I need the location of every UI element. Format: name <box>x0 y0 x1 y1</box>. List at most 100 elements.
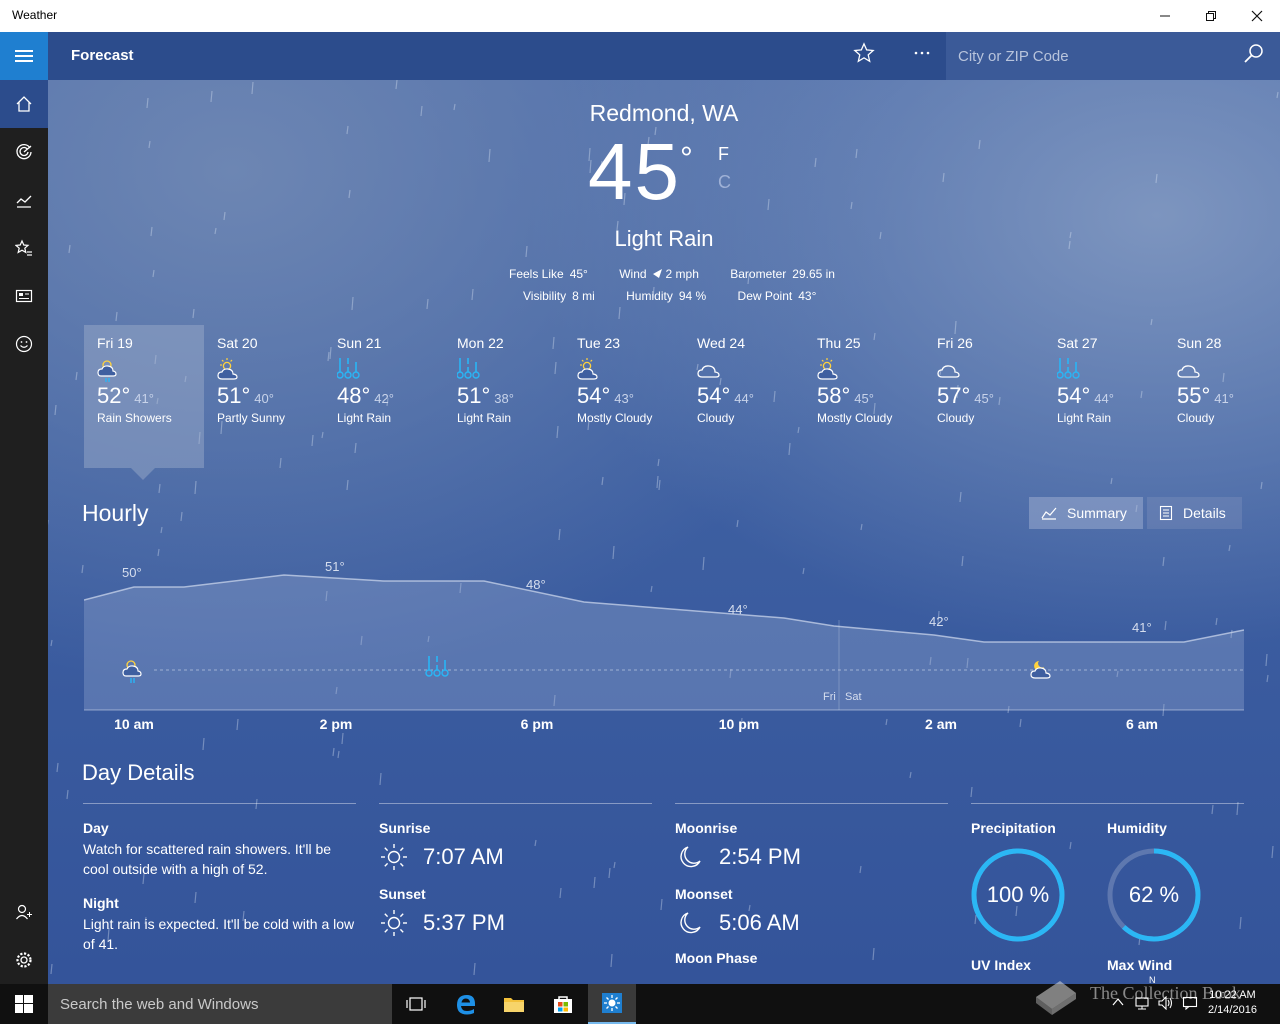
day-high: 51° <box>457 383 491 408</box>
close-button[interactable] <box>1234 0 1280 32</box>
day-description: Watch for scattered rain showers. It'll … <box>83 841 332 877</box>
humidity-metric-label: Humidity <box>1107 820 1167 836</box>
day-name: Fri 26 <box>937 335 973 351</box>
edge-button[interactable] <box>442 984 490 1024</box>
weather-app-button[interactable] <box>588 984 636 1024</box>
hourly-temp-label: 50° <box>122 565 142 580</box>
weather-app-icon <box>602 993 622 1013</box>
hour-label: 2 am <box>925 716 957 732</box>
radar-icon <box>16 144 32 160</box>
moon-phase-label: Moon Phase <box>675 950 758 966</box>
search-box <box>946 32 1280 80</box>
hour-label: 10 am <box>114 716 154 732</box>
humidity-ring: 62 % <box>1106 847 1202 943</box>
precipitation-ring: 100 % <box>970 847 1066 943</box>
favorite-button[interactable] <box>850 42 878 70</box>
nav-maps[interactable] <box>0 128 48 176</box>
app-header: Forecast <box>0 32 1280 80</box>
sunset-time: 5:37 PM <box>423 910 505 935</box>
wind-value: 2 mph <box>665 267 699 281</box>
window-title-bar: Weather <box>0 0 1280 32</box>
forecast-panel: Redmond, WA 45 ° F C Light Rain Feels Li… <box>48 80 1280 984</box>
day-tile[interactable]: Sat 20 51° 40° Partly Sunny <box>204 325 324 468</box>
day-condition: Light Rain <box>1057 411 1112 425</box>
day-tile[interactable]: Fri 19 52° 41° Rain Showers <box>84 325 204 468</box>
day-tile[interactable]: Thu 25 58° 45° Mostly Cloudy <box>804 325 924 468</box>
day-low: 41° <box>134 391 154 406</box>
day-condition: Cloudy <box>1177 411 1215 425</box>
city-name: Redmond, WA <box>589 100 739 126</box>
unit-fahrenheit-toggle[interactable]: F <box>718 144 729 165</box>
details-label: Details <box>1183 505 1226 521</box>
partly-sunny-icon <box>817 357 911 383</box>
nav-historical[interactable] <box>0 176 48 224</box>
sun-icon <box>381 910 407 936</box>
day-tile[interactable]: Fri 26 57° 45° Cloudy <box>924 325 1044 468</box>
task-view-button[interactable] <box>392 984 440 1024</box>
start-button[interactable] <box>0 984 48 1024</box>
day-tile[interactable]: Sun 28 55° 41° Cloudy <box>1164 325 1280 468</box>
day-name: Sun 21 <box>337 335 382 351</box>
day-divider-right-label: Sat <box>845 691 862 703</box>
day-tile[interactable]: Sun 21 48° 42° Light Rain <box>324 325 444 468</box>
menu-button[interactable] <box>0 32 48 80</box>
humidity-value: 94 % <box>678 289 707 303</box>
day-high: 54° <box>577 383 611 408</box>
nav-forecast[interactable] <box>0 80 48 128</box>
day-condition: Mostly Cloudy <box>817 411 893 425</box>
day-tile[interactable]: Tue 23 54° 43° Mostly Cloudy <box>564 325 684 468</box>
day-low: 42° <box>374 391 394 406</box>
day-high: 57° <box>937 383 971 408</box>
hour-label: 10 pm <box>718 716 760 732</box>
humidity-ring-value: 62 % <box>1128 882 1180 907</box>
partly-sunny-icon <box>577 357 671 383</box>
cloud-icon <box>1177 357 1271 383</box>
day-condition: Light Rain <box>457 411 512 425</box>
feels-like-value: 45° <box>569 267 588 281</box>
search-input[interactable] <box>946 32 1236 80</box>
precipitation-label: Precipitation <box>971 820 1056 836</box>
nav-feedback[interactable] <box>0 320 48 368</box>
visibility-value: 8 mi <box>572 289 595 303</box>
window-title: Weather <box>12 8 58 22</box>
favorites-list-icon <box>15 239 32 256</box>
stats-row-1: Feels Like 45° Wind 2 mph Barometer 29.65 i… <box>509 267 835 281</box>
nav-news[interactable] <box>0 272 48 320</box>
day-high: 58° <box>817 383 851 408</box>
details-tab[interactable]: Details <box>1147 497 1242 529</box>
store-icon <box>554 996 572 1013</box>
day-low: 38° <box>494 391 514 406</box>
barometer-value: 29.65 in <box>792 267 835 281</box>
day-name: Mon 22 <box>457 335 504 351</box>
day-tile[interactable]: Wed 24 54° 44° Cloudy <box>684 325 804 468</box>
page-title: Forecast <box>71 47 134 64</box>
hourly-title: Hourly <box>82 500 149 526</box>
day-low: 44° <box>734 391 754 406</box>
summary-tab[interactable]: Summary <box>1029 497 1143 529</box>
more-options-button[interactable] <box>908 42 936 70</box>
search-button[interactable] <box>1242 42 1270 70</box>
day-low: 40° <box>254 391 274 406</box>
unit-celsius-toggle[interactable]: C <box>718 172 731 193</box>
restore-icon <box>1206 11 1216 21</box>
restore-button[interactable] <box>1188 0 1234 32</box>
day-name: Thu 25 <box>817 335 861 351</box>
file-explorer-button[interactable] <box>490 984 538 1024</box>
hourly-temp-label: 42° <box>929 614 949 629</box>
day-high: 52° <box>97 383 131 408</box>
minimize-button[interactable] <box>1142 0 1188 32</box>
nav-settings[interactable] <box>0 936 48 984</box>
watermark: The Collection Book <box>1030 975 1241 1015</box>
day-tile[interactable]: Mon 22 51° 38° Light Rain <box>444 325 564 468</box>
left-nav <box>0 80 48 984</box>
day-high: 48° <box>337 383 371 408</box>
moonrise-time: 2:54 PM <box>719 844 801 869</box>
day-tile[interactable]: Sat 27 54° 44° Light Rain <box>1044 325 1164 468</box>
rain-showers-icon <box>97 357 191 383</box>
nav-account[interactable] <box>0 888 48 936</box>
light-rain-icon <box>1056 357 1151 383</box>
taskbar-search-input[interactable] <box>48 984 392 1024</box>
nav-places[interactable] <box>0 224 48 272</box>
store-button[interactable] <box>539 984 587 1024</box>
current-temperature: 45 <box>588 127 681 216</box>
